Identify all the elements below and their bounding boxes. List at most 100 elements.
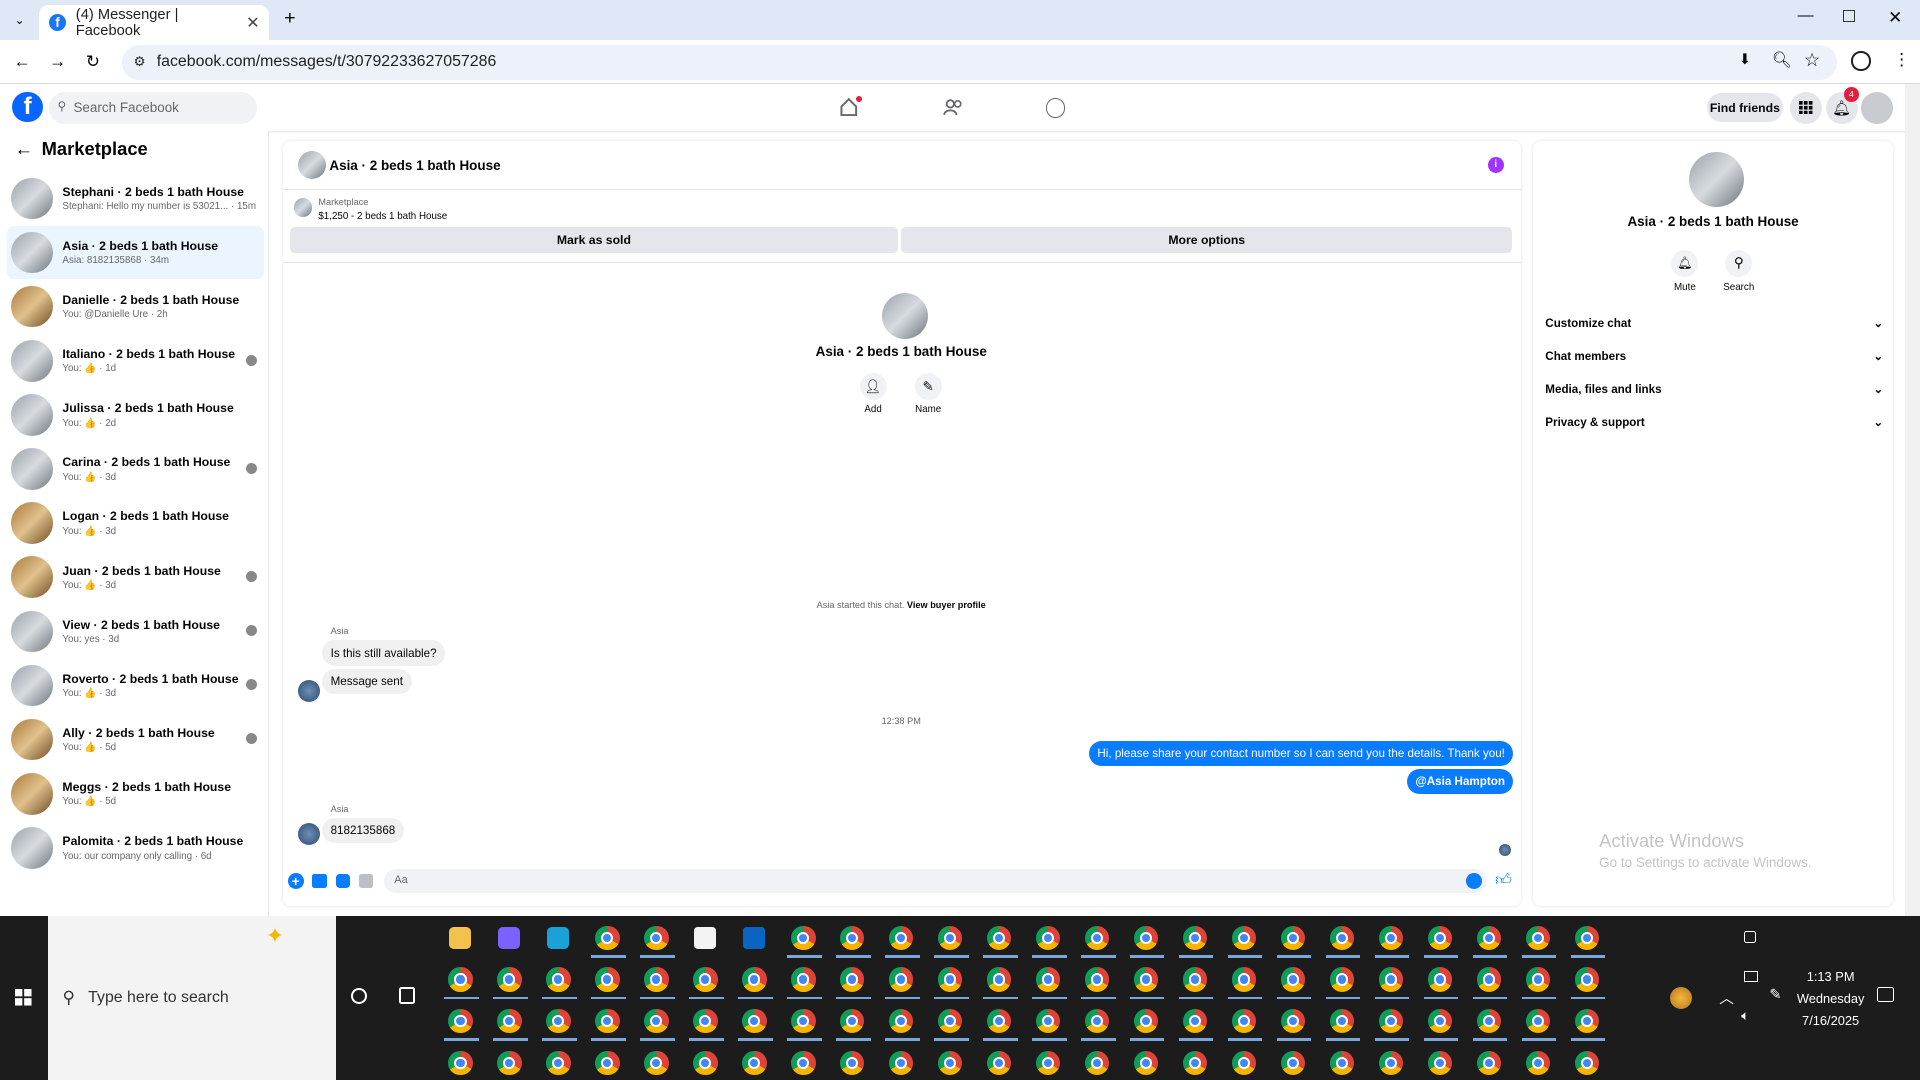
clock-day[interactable]: Wednesday	[1788, 991, 1874, 1006]
chrome-window-icon[interactable]	[888, 967, 914, 992]
conversation-item[interactable]: Palomita · 2 beds 1 bath House You: our c…	[7, 821, 264, 875]
groups-nav-icon[interactable]	[1045, 97, 1066, 118]
chrome-window-icon[interactable]	[1525, 1008, 1551, 1034]
edge-icon[interactable]	[547, 926, 570, 949]
chrome-window-icon[interactable]	[1280, 1008, 1306, 1034]
chrome-window-icon[interactable]	[840, 967, 865, 992]
chrome-window-icon[interactable]	[1329, 967, 1355, 992]
conversation-item[interactable]: Italiano · 2 beds 1 bath House You: 👍 · 1…	[7, 334, 264, 388]
reload-icon[interactable]: ↻	[86, 51, 100, 72]
chrome-window-icon[interactable]	[448, 967, 473, 992]
conversation-item[interactable]: Roverto · 2 beds 1 bath House You: 👍 · 3d	[7, 659, 264, 713]
chrome-window-icon[interactable]	[1182, 1050, 1208, 1076]
chrome-window-icon[interactable]	[546, 967, 571, 992]
chrome-window-icon[interactable]	[1182, 1008, 1208, 1034]
chrome-window-icon[interactable]	[497, 1008, 522, 1034]
new-tab-icon[interactable]: +	[284, 7, 295, 30]
forward-icon[interactable]: →	[49, 51, 66, 72]
mark-as-sold-button[interactable]: Mark as sold	[290, 226, 898, 254]
chrome-window-icon[interactable]	[1476, 1050, 1502, 1076]
close-tab-icon[interactable]: ✕	[246, 13, 259, 33]
message-bubble[interactable]: 8182135868	[322, 817, 404, 844]
emoji-icon[interactable]	[1465, 873, 1482, 889]
chrome-window-icon[interactable]	[840, 925, 865, 951]
chrome-window-icon[interactable]	[888, 1050, 914, 1076]
view-buyer-profile-link[interactable]: View buyer profile	[907, 600, 986, 610]
conversation-item[interactable]: Juan · 2 beds 1 bath House You: 👍 · 3d	[7, 550, 264, 604]
chrome-window-icon[interactable]	[1525, 925, 1551, 951]
edit-name-button[interactable]: ✎	[914, 373, 942, 401]
chrome-window-icon[interactable]	[1378, 967, 1404, 992]
thumbs-up-icon[interactable]: 👍︎	[1495, 871, 1512, 890]
chrome-window-icon[interactable]	[1329, 1050, 1355, 1076]
chrome-window-icon[interactable]	[986, 1050, 1012, 1076]
chat-header-avatar[interactable]	[297, 150, 326, 179]
conversation-item[interactable]: Stephani · 2 beds 1 bath House Stephani: …	[7, 171, 264, 225]
pen-icon[interactable]: ✎	[1769, 986, 1781, 1003]
outgoing-message[interactable]: Hi, please share your contact number so …	[1088, 740, 1514, 767]
chrome-window-icon[interactable]	[1427, 925, 1453, 951]
chrome-window-icon[interactable]	[1476, 1008, 1502, 1034]
chrome-window-icon[interactable]	[1280, 967, 1306, 992]
chrome-window-icon[interactable]	[986, 925, 1012, 951]
chrome-window-icon[interactable]	[1035, 967, 1061, 992]
chrome-window-icon[interactable]	[644, 1050, 669, 1076]
chrome-window-icon[interactable]	[937, 1050, 963, 1076]
minimize-icon[interactable]: —	[1798, 7, 1814, 25]
listing-info[interactable]: $1,250 - 2 beds 1 bath House	[318, 211, 447, 222]
start-windows-icon[interactable]	[14, 989, 32, 1006]
chrome-window-icon[interactable]	[497, 1050, 522, 1076]
outgoing-mention[interactable]: @Asia Hampton	[1406, 768, 1514, 795]
chrome-window-icon[interactable]	[1574, 1050, 1600, 1076]
chrome-window-icon[interactable]	[1231, 1050, 1257, 1076]
chrome-window-icon[interactable]	[1574, 925, 1600, 951]
store-icon[interactable]	[694, 926, 717, 949]
facebook-logo-icon[interactable]: f	[12, 91, 43, 123]
site-info-icon[interactable]: ⚙	[133, 54, 145, 70]
mute-button[interactable]: 🔔︎	[1671, 249, 1699, 277]
chrome-window-icon[interactable]	[742, 1050, 767, 1076]
outlook-icon[interactable]	[743, 926, 766, 949]
chrome-window-icon[interactable]	[1574, 967, 1600, 992]
file-explorer-icon[interactable]	[449, 926, 472, 949]
chrome-window-icon[interactable]	[595, 1050, 620, 1076]
chrome-window-icon[interactable]	[1378, 925, 1404, 951]
message-bubble[interactable]: Message sent	[322, 668, 412, 694]
chrome-window-icon[interactable]	[986, 967, 1012, 992]
tray-chevron-icon[interactable]: ︿	[1719, 987, 1734, 1008]
chrome-window-icon[interactable]	[1035, 1008, 1061, 1034]
add-person-button[interactable]: 👤︎	[859, 373, 887, 401]
conversation-item[interactable]: Logan · 2 beds 1 bath House You: 👍 · 3d	[7, 496, 264, 550]
chrome-window-icon[interactable]	[1133, 1008, 1159, 1034]
chrome-window-icon[interactable]	[1035, 925, 1061, 951]
conversation-item[interactable]: View · 2 beds 1 bath House You: yes · 3d	[7, 604, 264, 658]
chrome-window-icon[interactable]	[1329, 925, 1355, 951]
taskbar-search-box[interactable]: ⚲ Type here to search ✦	[47, 915, 336, 1080]
tab-search-icon[interactable]: ⌄	[10, 10, 30, 30]
chrome-window-icon[interactable]	[1476, 967, 1502, 992]
notifications-center-icon[interactable]	[1877, 986, 1895, 1002]
chrome-window-icon[interactable]	[1182, 967, 1208, 992]
weather-icon[interactable]	[1670, 986, 1693, 1009]
copilot-icon[interactable]	[498, 926, 521, 949]
clock-time[interactable]: 1:13 PM	[1788, 969, 1874, 984]
chrome-window-icon[interactable]	[1133, 925, 1159, 951]
chrome-window-icon[interactable]	[644, 925, 669, 951]
chrome-window-icon[interactable]	[742, 967, 767, 992]
conversation-item[interactable]: Julissa · 2 beds 1 bath House You: 👍 · 2d	[7, 388, 264, 442]
chrome-window-icon[interactable]	[937, 1008, 963, 1034]
profile-icon[interactable]	[1851, 51, 1872, 71]
chrome-window-icon[interactable]	[888, 925, 914, 951]
bookmark-star-icon[interactable]: ☆	[1804, 49, 1820, 71]
chat-title[interactable]: Asia · 2 beds 1 bath House	[329, 158, 500, 173]
chrome-window-icon[interactable]	[1427, 1008, 1453, 1034]
browser-tab[interactable]: f (4) Messenger | Facebook ✕	[39, 4, 270, 41]
home-nav-icon[interactable]	[839, 95, 863, 117]
chrome-window-icon[interactable]	[840, 1008, 865, 1034]
chrome-window-icon[interactable]	[986, 1008, 1012, 1034]
chrome-window-icon[interactable]	[791, 1008, 816, 1034]
chrome-window-icon[interactable]	[693, 1050, 718, 1076]
chrome-window-icon[interactable]	[644, 1008, 669, 1034]
address-bar[interactable]: ⚙ facebook.com/messages/t/30792233627057…	[122, 45, 1837, 80]
chat-members-section[interactable]: Chat members ⌄	[1545, 344, 1883, 368]
